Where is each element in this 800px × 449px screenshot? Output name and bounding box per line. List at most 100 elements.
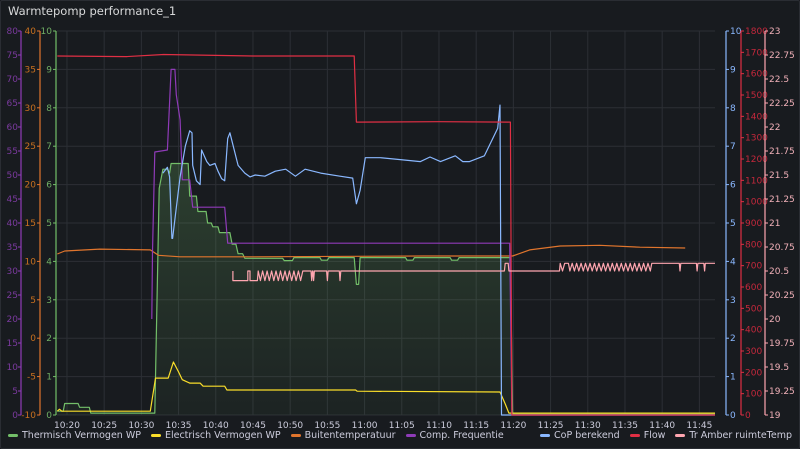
axis-tick-label-cop: 2 [730,334,736,344]
legend-label: Thermisch Vermogen WP [22,430,141,441]
axis-tick-label-freq: 20 [7,315,19,325]
axis-tick-label-temp: 30 [25,104,37,114]
axis-tick-label-room: 20.5 [769,267,789,277]
axis-tick-label-freq: 10 [7,363,19,373]
axis-tick-label-cop: 6 [730,181,736,191]
legend-label: CoP berekend [554,430,620,441]
axis-tick-label-temp: 25 [25,142,36,152]
legend-label: Flow [643,430,666,441]
axis-tick-label-temp: 5 [30,296,36,306]
axis-tick-label-temp: -5 [27,373,36,383]
axis-tick-label-flow: 700 [745,262,762,272]
axis-tick-label-power: 2 [46,334,52,344]
axis-tick-label-temp: 0 [30,334,36,344]
axis-tick-label-temp: 20 [25,181,37,191]
axis-tick-label-room: 23 [769,27,780,37]
axis-tick-label-room: 21.75 [769,147,795,157]
axis-tick-label-cop: 0 [730,411,736,421]
axis-tick-label-cop: 5 [730,219,736,229]
chart-svg: 10:20 10:25 10:30 10:35 10:40 10:45 10:50 10:55… [7,27,795,431]
axis-tick-label-power: 0 [46,411,52,421]
legend-swatch [629,434,640,437]
axis-tick-label-freq: 75 [7,51,18,61]
axis-tick-label-room: 21.5 [769,171,789,181]
axis-tick-label-room: 20.75 [769,243,795,253]
axis-tick-label-temp: 35 [25,65,36,75]
axis-tick-label-flow: 600 [745,283,762,293]
axis-tick-label-flow: 800 [745,240,762,250]
axis-tick-label-freq: 80 [7,27,19,37]
axis-tick-label-flow: 300 [745,347,762,357]
axis-tick-label-flow: 500 [745,304,762,314]
axis-tick-label-room: 22.25 [769,99,795,109]
axis-tick-label-cop: 7 [730,142,736,152]
legend-swatch [675,434,686,437]
axis-tick-label-room: 22.75 [769,51,795,61]
axis-tick-label-freq: 30 [7,267,19,277]
axis-tick-label-freq: 35 [7,243,18,253]
legend-item[interactable]: CoP berekend [540,430,620,441]
axis-tick-label-cop: 1 [730,373,736,383]
legend-swatch [150,434,161,437]
axis-tick-label-freq: 25 [7,291,18,301]
legend-item[interactable]: Thermisch Vermogen WP [8,430,141,441]
legend-swatch [290,434,301,437]
axis-tick-label-room: 22.5 [769,75,789,85]
axis-tick-label-flow: 0 [745,411,751,421]
legend-item[interactable]: Tr Amber ruimteTemp [675,430,792,441]
legend-item[interactable]: Electrisch Vermogen WP [150,430,281,441]
axis-tick-label-freq: 65 [7,99,18,109]
legend-label: Electrisch Vermogen WP [164,430,281,441]
axis-tick-label-freq: 45 [7,195,18,205]
axis-tick-label-temp: 10 [25,257,37,267]
axis-tick-label-room: 21.25 [769,195,795,205]
axis-tick-label-power: 3 [46,296,52,306]
axis-tick-label-power: 8 [46,104,52,114]
axis-tick-label-cop: 10 [730,27,742,37]
axis-tick-label-room: 19.5 [769,363,789,373]
axis-tick-label-flow: 200 [745,368,762,378]
axis-tick-label-temp: 40 [25,27,37,37]
axis-tick-label-room: 20 [769,315,781,325]
axis-tick-label-freq: 0 [12,411,18,421]
axis-tick-label-power: 1 [46,373,52,383]
axis-tick-label-power: 10 [41,27,53,37]
axis-tick-label-room: 20.25 [769,291,795,301]
legend-item[interactable]: Buitentemperatuur [290,430,396,441]
axis-tick-label-freq: 60 [7,123,19,133]
axis-tick-label-freq: 40 [7,219,19,229]
series-line-buitentemperatuur [57,244,686,258]
axis-tick-label-freq: 5 [12,387,18,397]
legend-item[interactable]: Flow [629,430,666,441]
axis-tick-label-temp: -10 [21,411,36,421]
legend-label: Tr Amber ruimteTemp [689,430,792,441]
axis-tick-label-freq: 70 [7,75,19,85]
axis-tick-label-cop: 8 [730,104,736,114]
legend-label: Buitentemperatuur [304,430,396,441]
legend-right: CoP berekend Flow Tr Amber ruimteTemp [540,430,792,441]
axis-tick-label-flow: 900 [745,219,762,229]
legend-swatch [405,434,416,437]
axis-tick-label-room: 22 [769,123,780,133]
legend-item[interactable]: Comp. Frequentie [405,430,504,441]
axis-tick-label-flow: 400 [745,326,762,336]
axis-tick-label-power: 5 [46,219,52,229]
axis-tick-label-freq: 55 [7,147,18,157]
axis-tick-label-cop: 3 [730,296,736,306]
axis-tick-label-cop: 4 [730,257,736,267]
legend-swatch [540,434,551,437]
legend-swatch [8,434,18,437]
axis-tick-label-flow: 100 [745,390,762,400]
axis-tick-label-room: 19.75 [769,339,795,349]
axis-tick-label-room: 19 [769,411,781,421]
axis-tick-label-power: 7 [46,142,52,152]
axis-tick-label-room: 19.25 [769,387,795,397]
axis-tick-label-power: 6 [46,181,52,191]
x-tick-label: 11:20 [500,421,526,431]
axis-tick-label-power: 9 [46,65,52,75]
axis-tick-label-power: 4 [46,257,52,267]
axis-tick-label-temp: 15 [25,219,36,229]
axis-tick-label-freq: 50 [7,171,19,181]
legend-left: Thermisch Vermogen WP Electrisch Vermogen… [8,430,504,441]
axis-tick-label-cop: 9 [730,65,736,75]
